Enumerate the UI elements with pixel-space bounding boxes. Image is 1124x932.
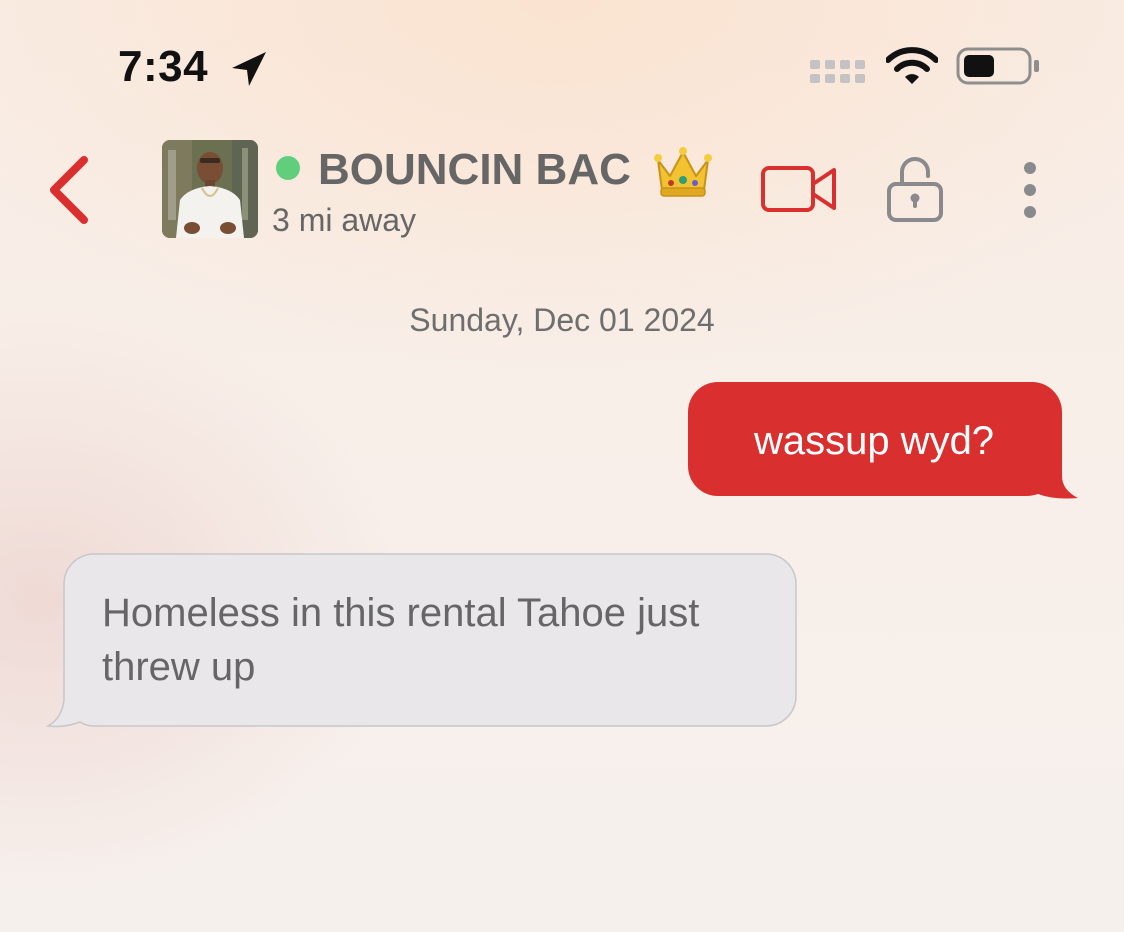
- wifi-icon: [886, 47, 938, 84]
- sent-message-text: wassup wyd?: [753, 419, 995, 463]
- status-bar: 7:34: [0, 0, 1124, 130]
- location-arrow-icon: [232, 52, 266, 86]
- more-vertical-icon: [1024, 162, 1036, 218]
- chevron-left-icon: [50, 156, 88, 224]
- date-divider: Sunday, Dec 01 2024: [409, 302, 715, 338]
- sent-message-bubble[interactable]: wassup wyd?: [686, 380, 1082, 502]
- back-button[interactable]: [40, 154, 100, 226]
- unlock-icon: [887, 157, 943, 222]
- video-camera-icon: [761, 166, 836, 212]
- status-time: 7:34: [118, 42, 209, 91]
- received-message-text: Homeless in this rental Tahoe just threw…: [102, 591, 700, 689]
- unlock-button[interactable]: [884, 154, 946, 224]
- contact-distance: 3 mi away: [272, 202, 417, 238]
- received-message-bubble[interactable]: Homeless in this rental Tahoe just threw…: [44, 552, 800, 732]
- cellular-signal-icon: [810, 60, 865, 83]
- battery-icon: [956, 47, 1039, 85]
- more-options-button[interactable]: [1010, 158, 1050, 222]
- video-call-button[interactable]: [760, 162, 838, 216]
- crown-icon: [654, 147, 712, 197]
- avatar[interactable]: [162, 140, 258, 238]
- contact-name[interactable]: BOUNCIN BAC: [318, 144, 631, 196]
- online-status-indicator: [276, 156, 300, 180]
